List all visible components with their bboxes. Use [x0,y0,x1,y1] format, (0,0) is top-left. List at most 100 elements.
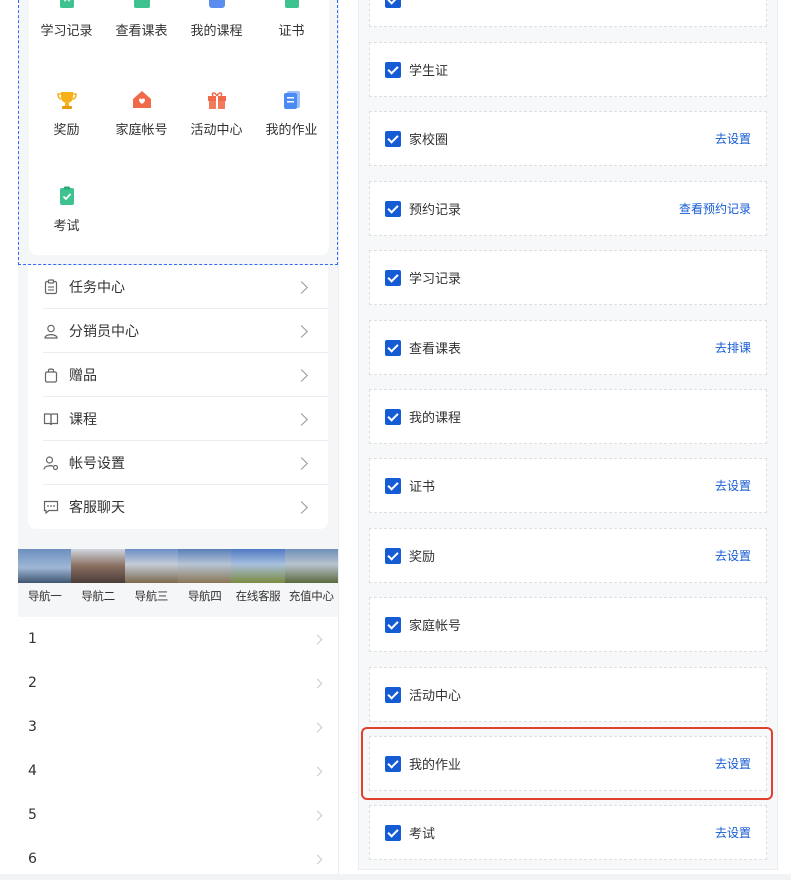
image-nav-labels: 导航一 导航二 导航三 导航四 在线客服 充值中心 [18,588,338,604]
menu-item-courses[interactable]: 课程 [28,397,328,441]
setting-label: 家校圈 [409,133,449,148]
nav-label[interactable]: 导航三 [125,588,178,604]
setting-link[interactable]: 去设置 [715,824,751,841]
user-icon [43,323,59,339]
chevron-right-icon [312,766,323,776]
grid-item-exam[interactable]: 考试 [29,185,104,234]
setting-row-exam: 考试 去设置 [369,805,767,860]
checkbox[interactable] [385,755,401,772]
feature-grid: 学习记录 查看课表 我的课程 证书 奖励 家庭帐号 活动中心 我的作业 考试 [29,0,329,255]
list-item[interactable]: 3 [18,705,338,749]
chevron-right-icon [312,854,323,864]
list-item-label: 6 [28,851,37,867]
bookmark-icon [56,0,78,12]
chat-icon [43,499,59,515]
menu-item-customer-chat[interactable]: 客服聊天 [28,485,328,529]
grid-item-label: 查看课表 [115,24,168,39]
menu-item-label: 帐号设置 [69,456,125,472]
view-reservations-link[interactable]: 查看预约记录 [679,200,751,217]
book-icon [43,411,59,427]
grid-item-my-homework[interactable]: 我的作业 [254,89,329,138]
checkbox[interactable] [385,547,401,564]
nav-label[interactable]: 在线客服 [231,588,284,604]
nav-label[interactable]: 充值中心 [285,588,338,604]
nav-image-1[interactable] [18,549,72,583]
nav-label[interactable]: 导航四 [178,588,231,604]
grid-item-reward[interactable]: 奖励 [29,89,104,138]
checkbox[interactable] [385,408,401,425]
grid-item-label: 证书 [278,24,305,39]
grid-item-schedule[interactable]: 查看课表 [104,0,179,39]
menu-item-task-center[interactable]: 任务中心 [28,265,328,309]
nav-image-4[interactable] [177,549,232,583]
nav-image-5[interactable] [231,549,285,583]
chevron-right-icon [295,412,308,426]
checkbox[interactable] [385,616,401,633]
grid-item-family-account[interactable]: 家庭帐号 [104,89,179,138]
arrange-class-link[interactable]: 去排课 [715,339,751,356]
checkbox[interactable] [385,339,401,356]
nav-image-2[interactable] [71,549,125,583]
chevron-right-icon [295,280,308,294]
checkbox[interactable] [385,200,401,217]
setting-label: 我的课程 [409,411,462,426]
setting-link[interactable]: 去设置 [715,130,751,147]
setting-link[interactable]: 去设置 [715,755,751,772]
setting-row [369,0,767,27]
grid-item-study-record[interactable]: 学习记录 [29,0,104,39]
menu-item-gifts[interactable]: 赠品 [28,353,328,397]
setting-label: 我的作业 [409,758,462,773]
homework-icon [281,89,303,111]
course-icon [206,0,228,12]
checkbox[interactable] [385,0,401,8]
menu-item-label: 课程 [69,412,97,428]
setting-row-my-homework: 我的作业 去设置 [369,736,767,791]
grid-item-my-courses[interactable]: 我的课程 [179,0,254,39]
setting-row-home-school-circle: 家校圈 去设置 [369,111,767,166]
setting-label: 学生证 [409,64,449,79]
checkbox[interactable] [385,824,401,841]
checkbox[interactable] [385,269,401,286]
setting-label: 奖励 [409,550,436,565]
setting-label: 考试 [409,827,436,842]
setting-row-family-account: 家庭帐号 [369,597,767,652]
setting-label: 证书 [409,480,436,495]
gift-icon [206,89,228,111]
nav-label[interactable]: 导航一 [18,588,71,604]
list-item-label: 3 [28,719,37,735]
list-item-label: 2 [28,675,37,691]
list-item-label: 4 [28,763,37,779]
menu-item-label: 客服聊天 [69,500,125,516]
grid-item-activity-center[interactable]: 活动中心 [179,89,254,138]
list-item[interactable]: 1 [18,617,338,661]
exam-icon [56,185,78,207]
menu-card: 任务中心 分销员中心 赠品 课程 帐号设置 客服聊天 [28,265,328,529]
list-item[interactable]: 4 [18,749,338,793]
setting-link[interactable]: 去设置 [715,547,751,564]
menu-item-distributor-center[interactable]: 分销员中心 [28,309,328,353]
grid-item-label: 我的作业 [265,123,318,138]
nav-image-6[interactable] [284,549,338,583]
nav-label[interactable]: 导航二 [71,588,124,604]
setting-row-schedule: 查看课表 去排课 [369,320,767,375]
list-item[interactable]: 5 [18,793,338,837]
list-item[interactable]: 2 [18,661,338,705]
list-item-label: 5 [28,807,37,823]
menu-item-account-settings[interactable]: 帐号设置 [28,441,328,485]
menu-item-label: 赠品 [69,368,97,384]
setting-row-activity-center: 活动中心 [369,667,767,722]
nav-image-3[interactable] [124,549,178,583]
setting-label: 学习记录 [409,272,462,287]
setting-link[interactable]: 去设置 [715,477,751,494]
chevron-right-icon [312,722,323,732]
checkbox[interactable] [385,686,401,703]
grid-item-label: 活动中心 [190,123,243,138]
checkbox[interactable] [385,477,401,494]
setting-label: 活动中心 [409,689,462,704]
calendar-icon [131,0,153,12]
grid-item-certificate[interactable]: 证书 [254,0,329,39]
page: 学习记录 查看课表 我的课程 证书 奖励 家庭帐号 活动中心 我的作业 考试 任… [0,0,791,880]
checkbox[interactable] [385,130,401,147]
feature-grid-selected[interactable]: 学习记录 查看课表 我的课程 证书 奖励 家庭帐号 活动中心 我的作业 考试 [18,0,338,265]
checkbox[interactable] [385,61,401,78]
